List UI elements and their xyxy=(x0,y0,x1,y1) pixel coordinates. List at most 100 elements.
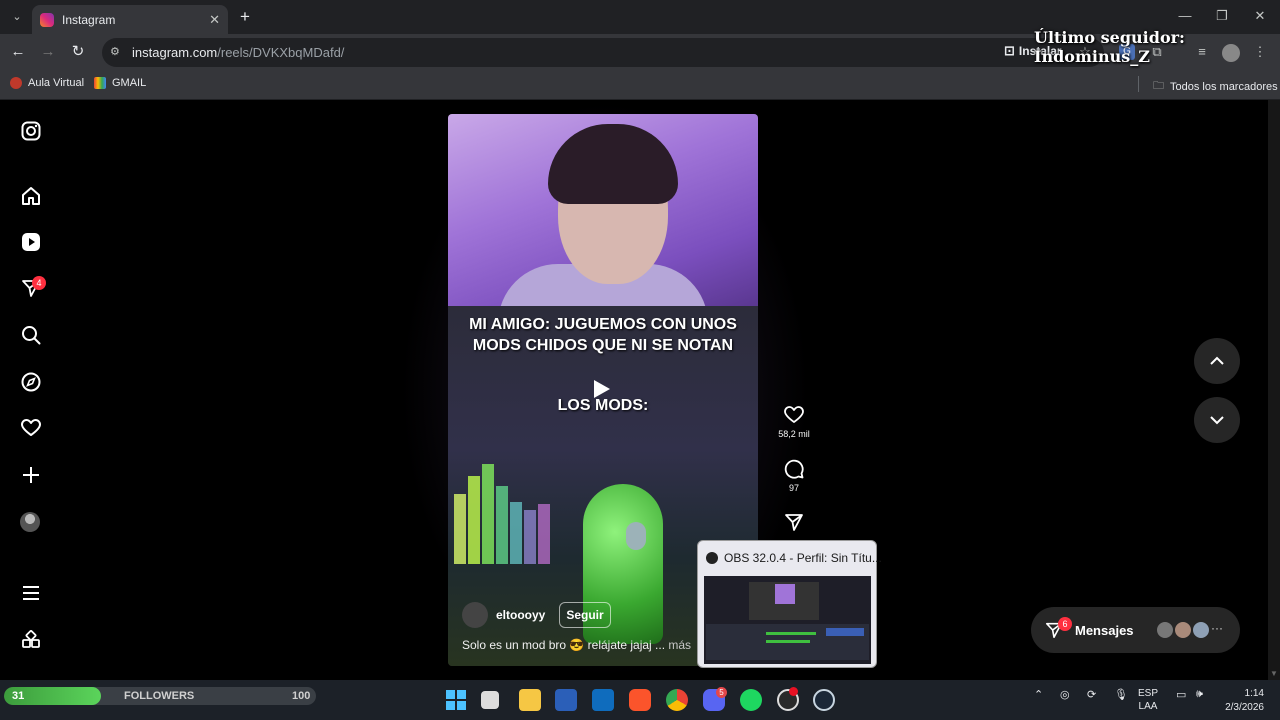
address-bar[interactable]: instagram.com/reels/DVKXbqMDafd/ xyxy=(102,38,1104,67)
reels-icon[interactable] xyxy=(20,231,42,253)
gmail-icon xyxy=(94,77,106,89)
obs-preview-title: OBS 32.0.4 - Perfil: Sin Títu... xyxy=(724,551,882,565)
forward-button[interactable]: → xyxy=(39,43,57,61)
microphone-icon[interactable]: 🎙 xyxy=(1114,688,1128,701)
reel-description: Solo es un mod bro 😎 relájate jajaj ... … xyxy=(462,638,691,652)
instagram-favicon-icon xyxy=(40,12,54,27)
obs-preview-webcam xyxy=(775,584,795,604)
notifications-heart-icon[interactable] xyxy=(20,417,42,439)
obs-icon xyxy=(706,552,718,564)
more-menu-icon[interactable] xyxy=(20,582,42,604)
author-avatar[interactable] xyxy=(462,602,488,628)
followers-goal: 100 xyxy=(292,690,311,702)
followers-goal-bar: 31 FOLLOWERS 100 xyxy=(4,687,316,705)
obs-audio-meter xyxy=(766,640,810,643)
comment-icon xyxy=(784,459,804,479)
reload-button[interactable]: ↻ xyxy=(69,43,87,61)
language-bottom: LAA xyxy=(1138,701,1158,712)
aula-virtual-icon xyxy=(10,77,22,89)
outlook-icon[interactable] xyxy=(592,689,614,711)
reel-character-visor xyxy=(626,522,646,550)
minimize-button[interactable]: — xyxy=(1175,8,1195,23)
new-tab-button[interactable]: + xyxy=(236,8,254,26)
brave-icon[interactable] xyxy=(629,689,651,711)
install-icon: ⊡ xyxy=(1004,43,1015,58)
obs-taskbar-preview[interactable]: OBS 32.0.4 - Perfil: Sin Títu... xyxy=(697,540,882,668)
like-heart-icon xyxy=(784,406,804,423)
bookmark-label: GMAIL xyxy=(112,77,147,89)
file-explorer-icon[interactable] xyxy=(519,689,541,711)
messages-badge: 6 xyxy=(1058,617,1072,631)
share-icon xyxy=(785,514,803,531)
reel-description-text: Solo es un mod bro 😎 relájate jajaj ... xyxy=(462,638,666,652)
search-icon[interactable] xyxy=(20,324,42,346)
tab-instagram[interactable]: Instagram ✕ xyxy=(32,5,228,34)
instagram-logo-icon[interactable] xyxy=(20,120,42,142)
obs-preview-title-row: OBS 32.0.4 - Perfil: Sin Títu... xyxy=(706,551,882,565)
direct-notification-badge: 4 xyxy=(32,276,46,290)
page-scrollbar[interactable]: ▼ xyxy=(1268,100,1280,680)
next-reel-button[interactable] xyxy=(1194,397,1240,443)
messages-label: Mensajes xyxy=(1075,622,1134,638)
tab-title: Instagram xyxy=(62,12,116,27)
chrome-icon[interactable] xyxy=(666,689,688,711)
tab-search-button[interactable]: ⌄ xyxy=(8,8,26,26)
spotify-icon[interactable] xyxy=(740,689,762,711)
clock-date: 2/3/2026 xyxy=(1225,702,1264,713)
explore-icon[interactable] xyxy=(20,371,42,393)
follow-button[interactable]: Seguir xyxy=(559,602,611,628)
all-bookmarks-button[interactable]: 🗀 Todos los marcadores xyxy=(1153,77,1278,96)
language-indicator[interactable]: ESP LAA xyxy=(1138,687,1158,713)
followers-label: FOLLOWERS xyxy=(124,690,195,702)
comment-count: 97 xyxy=(788,483,799,493)
folder-icon: 🗀 xyxy=(1153,80,1164,92)
profile-avatar-sidebar[interactable] xyxy=(20,512,40,532)
play-icon[interactable] xyxy=(594,380,610,398)
clock-time: 1:14 xyxy=(1244,688,1264,699)
chevron-down-icon xyxy=(1210,416,1224,425)
tray-sync-icon[interactable]: ⟳ xyxy=(1087,688,1096,701)
like-action[interactable]: 58,2 mil xyxy=(776,405,812,439)
author-username[interactable]: eltoooyy xyxy=(496,608,545,622)
word-icon[interactable] xyxy=(555,689,577,711)
steam-icon[interactable] xyxy=(813,689,835,711)
tray-network-app-icon[interactable]: ◎ xyxy=(1060,688,1070,701)
bookmarks-bar xyxy=(0,70,1280,100)
all-bookmarks-label: Todos los marcadores xyxy=(1170,80,1278,93)
like-count: 58,2 mil xyxy=(778,429,810,439)
previous-reel-button[interactable] xyxy=(1194,338,1240,384)
obs-controls xyxy=(826,628,864,636)
share-action[interactable] xyxy=(776,512,812,536)
home-icon[interactable] xyxy=(20,185,42,207)
task-view-icon[interactable] xyxy=(481,691,499,709)
create-plus-icon[interactable] xyxy=(20,464,42,486)
close-window-button[interactable]: ✕ xyxy=(1250,8,1270,24)
bookmark-gmail[interactable]: GMAIL xyxy=(94,77,146,89)
recording-indicator-icon xyxy=(789,687,798,696)
message-avatar xyxy=(1192,621,1210,639)
system-clock[interactable]: 1:14 2/3/2026 xyxy=(1220,687,1264,715)
wifi-icon[interactable]: ▭ xyxy=(1176,688,1186,701)
comment-action[interactable]: 97 xyxy=(776,459,812,493)
obs-audio-meter xyxy=(766,632,816,635)
stream-last-follower-overlay: Último seguidor: Indominus_Z xyxy=(1034,28,1185,66)
obs-preview-canvas xyxy=(749,582,819,620)
windows-start-icon[interactable] xyxy=(445,689,467,711)
bookmark-label: Aula Virtual xyxy=(28,77,85,89)
back-button[interactable]: ← xyxy=(9,43,27,61)
scroll-down-arrow-icon[interactable]: ▼ xyxy=(1270,669,1278,678)
obs-preview-docks xyxy=(706,624,869,660)
tab-close-icon[interactable]: ✕ xyxy=(209,12,220,28)
more-link[interactable]: más xyxy=(668,638,691,652)
site-info-icon[interactable]: ⚙ xyxy=(110,46,122,58)
message-avatar xyxy=(1174,621,1192,639)
also-from-meta-icon[interactable] xyxy=(20,629,42,651)
bookmark-aula-virtual[interactable]: Aula Virtual xyxy=(10,77,84,89)
volume-icon[interactable]: 🕪 xyxy=(1196,688,1203,701)
maximize-button[interactable]: ❐ xyxy=(1212,8,1232,24)
message-avatar xyxy=(1156,621,1174,639)
url-host: instagram.com xyxy=(132,45,218,60)
language-top: ESP xyxy=(1138,688,1159,699)
tray-overflow-icon[interactable]: ⌃ xyxy=(1034,688,1043,701)
reel-author: eltoooyy Seguir xyxy=(462,602,611,628)
